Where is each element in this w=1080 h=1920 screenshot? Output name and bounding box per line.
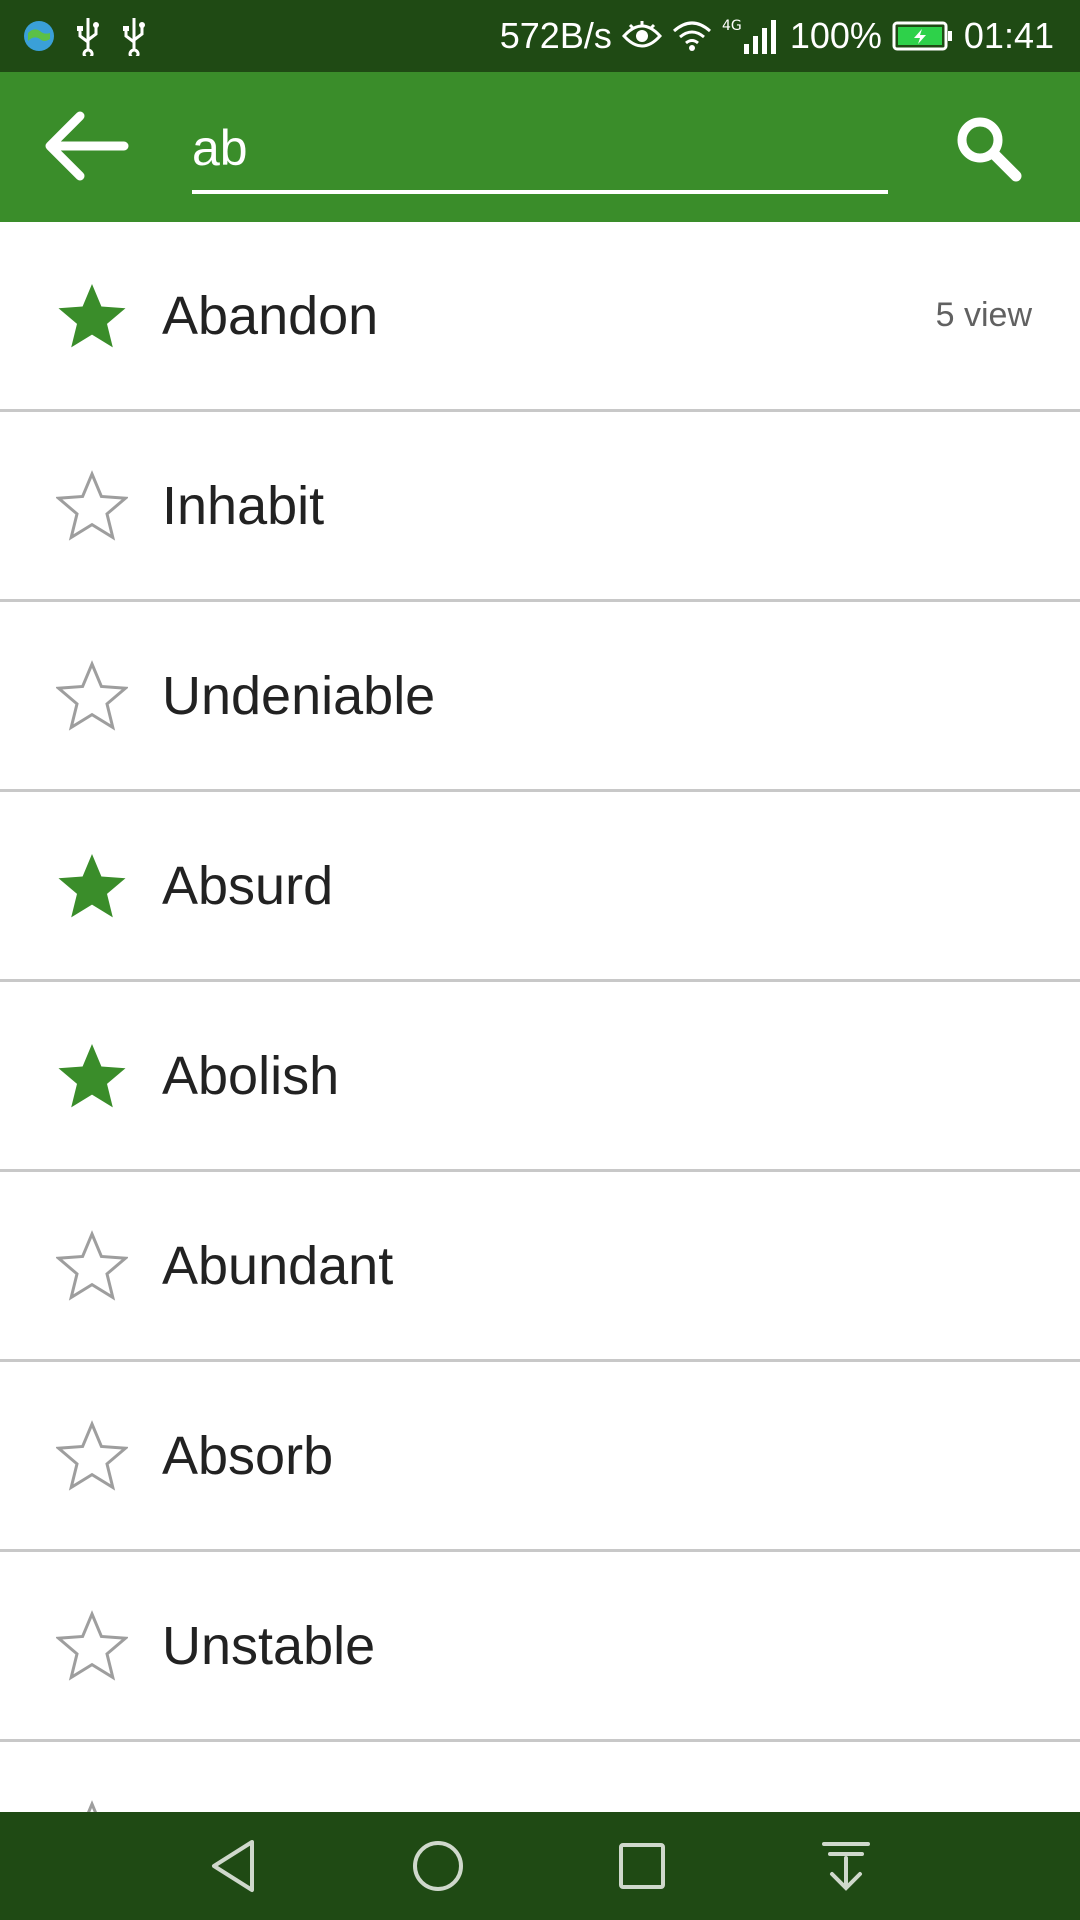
list-item[interactable]: Absorb bbox=[0, 1362, 1080, 1552]
list-item[interactable]: Unstable bbox=[0, 1552, 1080, 1742]
list-item[interactable]: Inhabit bbox=[0, 412, 1080, 602]
star-outline-icon[interactable] bbox=[56, 469, 128, 542]
home-circle-icon bbox=[413, 1841, 463, 1891]
word-label: Absurd bbox=[162, 855, 334, 916]
star-filled-icon[interactable] bbox=[56, 280, 128, 352]
battery-charging-icon bbox=[892, 21, 952, 51]
search-field bbox=[192, 112, 888, 194]
word-label: Undeniable bbox=[162, 665, 436, 726]
star-filled-icon[interactable] bbox=[56, 850, 128, 922]
battery-percent: 100% bbox=[789, 15, 882, 56]
nav-recents-button[interactable] bbox=[610, 1834, 674, 1898]
network-speed: 572B/s bbox=[499, 15, 612, 56]
star-outline-icon[interactable] bbox=[56, 1609, 128, 1682]
list-item[interactable]: Abundant bbox=[0, 1172, 1080, 1362]
word-label: Inhabit bbox=[162, 475, 325, 536]
back-button[interactable] bbox=[44, 110, 132, 182]
notifications-pull-icon bbox=[822, 1842, 870, 1891]
word-label: Abandon bbox=[162, 285, 379, 346]
navigation-bar bbox=[0, 1812, 1080, 1920]
arrow-left-icon bbox=[45, 111, 129, 181]
usb-icon bbox=[77, 18, 99, 56]
list-item[interactable]: Abroad bbox=[0, 1742, 1080, 1812]
word-label: Abroad bbox=[162, 1805, 336, 1813]
usb-icon bbox=[123, 18, 145, 56]
nav-back-button[interactable] bbox=[202, 1834, 266, 1898]
star-outline-icon[interactable] bbox=[56, 1229, 128, 1302]
status-bar: 572B/s 4G 100% 01:41 bbox=[0, 0, 1080, 72]
star-filled-icon[interactable] bbox=[56, 1040, 128, 1112]
nav-notifications-button[interactable] bbox=[814, 1834, 878, 1898]
list-item[interactable]: Abolish bbox=[0, 982, 1080, 1172]
star-outline-icon[interactable] bbox=[56, 659, 128, 732]
signal-icon: 4G bbox=[722, 18, 776, 54]
eye-icon bbox=[621, 21, 662, 48]
view-count: 5 view bbox=[935, 296, 1032, 334]
clock: 01:41 bbox=[963, 15, 1054, 56]
network-type: 4G bbox=[722, 18, 742, 34]
search-button[interactable] bbox=[952, 112, 1024, 184]
status-left bbox=[0, 16, 148, 56]
star-outline-icon[interactable] bbox=[56, 1799, 128, 1813]
star-outline-icon[interactable] bbox=[56, 1419, 128, 1492]
status-right: 572B/s 4G 100% 01:41 bbox=[500, 0, 1080, 72]
word-label: Unstable bbox=[162, 1615, 376, 1676]
word-label: Abundant bbox=[162, 1235, 394, 1296]
search-input[interactable] bbox=[192, 112, 888, 184]
wifi-icon bbox=[672, 21, 711, 51]
list-item[interactable]: Absurd bbox=[0, 792, 1080, 982]
search-underline bbox=[192, 190, 888, 194]
screen: 572B/s 4G 100% 01:41 ab Abandon 5 view I… bbox=[0, 0, 1080, 1920]
list-item[interactable]: Undeniable bbox=[0, 602, 1080, 792]
result-list: Abandon 5 view Inhabit Undeniable Absurd Abol… bbox=[0, 222, 1080, 1812]
back-triangle-icon bbox=[212, 1840, 254, 1892]
app-globe-icon bbox=[24, 21, 54, 51]
app-bar bbox=[0, 72, 1080, 222]
search-icon bbox=[957, 117, 1022, 182]
word-label: Abolish bbox=[162, 1045, 340, 1106]
nav-home-button[interactable] bbox=[406, 1834, 470, 1898]
list-item[interactable]: Abandon 5 view bbox=[0, 222, 1080, 412]
word-label: Absorb bbox=[162, 1425, 334, 1486]
recents-square-icon bbox=[619, 1843, 665, 1889]
